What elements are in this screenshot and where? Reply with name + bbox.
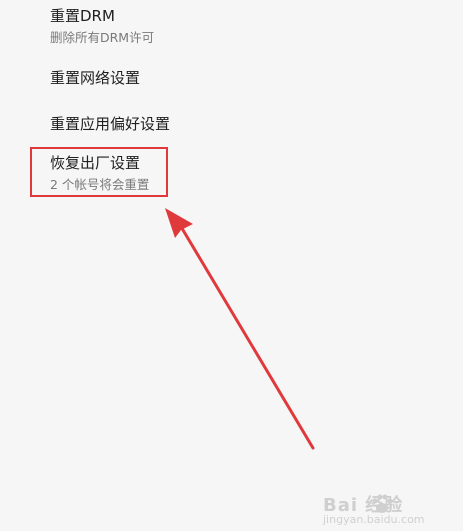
baidu-paw-icon	[372, 494, 393, 513]
baidu-jingyan-watermark: Bai 经验 jingyan.baidu.com	[323, 491, 453, 527]
watermark-url: jingyan.baidu.com	[323, 513, 425, 526]
pointer-arrow-icon	[165, 208, 315, 450]
